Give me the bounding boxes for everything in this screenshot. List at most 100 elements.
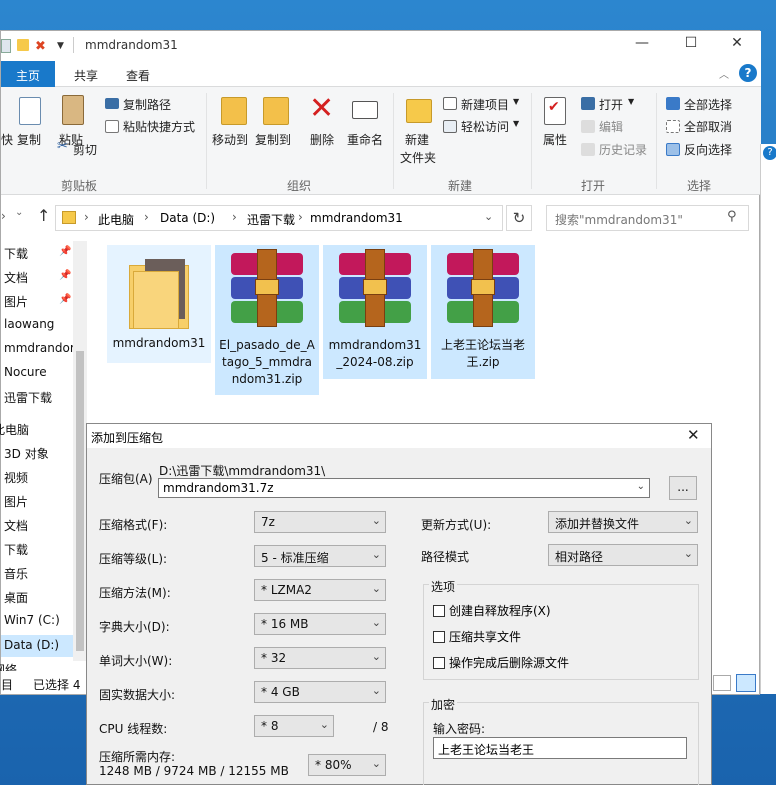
- collapse-ribbon-icon[interactable]: ︿: [719, 66, 729, 81]
- nav-item-pictures[interactable]: 图片: [4, 293, 28, 310]
- easy-access-button[interactable]: 轻松访问: [461, 118, 509, 135]
- dialog-close-button[interactable]: ✕: [687, 426, 700, 444]
- word-select[interactable]: * 32 ⌄: [254, 647, 386, 669]
- method-select[interactable]: * LZMA2 ⌄: [254, 579, 386, 601]
- nav-item-desktop[interactable]: 桌面: [4, 589, 28, 606]
- cut-button[interactable]: 剪切: [73, 141, 97, 158]
- checkbox[interactable]: [433, 657, 445, 669]
- browse-button[interactable]: ...: [669, 476, 697, 500]
- dialog-title-bar: 添加到压缩包 ✕: [87, 424, 711, 448]
- maximize-button[interactable]: ☐: [676, 35, 706, 51]
- file-item-zip[interactable]: El_pasado_de_Atago_5_mmdrandom31.zip: [215, 245, 319, 395]
- path-mode-select[interactable]: 相对路径 ⌄: [548, 544, 698, 566]
- nav-item-documents[interactable]: 文档: [4, 269, 28, 286]
- select-all-button[interactable]: 全部选择: [684, 96, 732, 113]
- nav-item-data-d[interactable]: Data (D:): [1, 635, 73, 657]
- copy-path-button[interactable]: 复制路径: [123, 96, 171, 113]
- rename-button[interactable]: 重命名: [347, 131, 383, 148]
- details-view-icon[interactable]: [713, 675, 731, 691]
- nav-item-videos[interactable]: 视频: [4, 469, 28, 486]
- breadcrumb-data-d[interactable]: Data (D:): [160, 211, 215, 225]
- pin-icon: 📌: [59, 270, 72, 281]
- history-button[interactable]: 历史记录: [599, 141, 647, 158]
- update-select[interactable]: 添加并替换文件 ⌄: [548, 511, 698, 533]
- nav-item-this-pc[interactable]: 此电脑: [0, 421, 29, 438]
- option-delete-source[interactable]: 操作完成后删除源文件: [433, 654, 569, 671]
- address-bar[interactable]: › 此电脑 › Data (D:) › 迅雷下载 › mmdrandom31 ⌄: [55, 205, 503, 231]
- nav-item-win7-c[interactable]: Win7 (C:): [4, 613, 60, 627]
- pin-quick-access-label[interactable]: 快: [1, 131, 13, 148]
- nav-scrollbar[interactable]: [73, 241, 87, 661]
- dict-select[interactable]: * 16 MB ⌄: [254, 613, 386, 635]
- solid-select[interactable]: * 4 GB ⌄: [254, 681, 386, 703]
- file-item-zip[interactable]: 上老王论坛当老王.zip: [431, 245, 535, 379]
- nav-item-pc-pictures[interactable]: 图片: [4, 493, 28, 510]
- format-select[interactable]: 7z ⌄: [254, 511, 386, 533]
- delete-button[interactable]: 删除: [310, 131, 334, 148]
- nav-item-3d-objects[interactable]: 3D 对象: [4, 445, 49, 462]
- easy-access-dropdown-icon[interactable]: ▼: [513, 119, 519, 128]
- nav-item-pc-documents[interactable]: 文档: [4, 517, 28, 534]
- large-icons-view-icon[interactable]: [736, 674, 756, 692]
- breadcrumb-sep-icon[interactable]: ›: [232, 210, 237, 224]
- select-none-button[interactable]: 全部取消: [684, 118, 732, 135]
- nav-item-nocure[interactable]: Nocure: [4, 365, 47, 379]
- archive-name-input[interactable]: mmdrandom31.7z ⌄: [158, 478, 650, 498]
- scrollbar-thumb[interactable]: [76, 351, 84, 651]
- memory-pct-select[interactable]: * 80% ⌄: [308, 754, 386, 776]
- checkbox[interactable]: [433, 631, 445, 643]
- password-input[interactable]: 上老王论坛当老王: [433, 737, 687, 759]
- file-item-folder[interactable]: mmdrandom31: [107, 245, 211, 363]
- quick-access-dropdown-icon[interactable]: ▼: [57, 41, 64, 51]
- cpu-select[interactable]: * 8 ⌄: [254, 715, 334, 737]
- nav-item-mmdrandom[interactable]: mmdrandom: [4, 341, 82, 355]
- copy-to-button[interactable]: 复制到: [255, 131, 291, 148]
- level-select[interactable]: 5 - 标准压缩 ⌄: [254, 545, 386, 567]
- open-button[interactable]: 打开: [599, 96, 623, 113]
- invert-selection-button[interactable]: 反向选择: [684, 141, 732, 158]
- nav-item-music[interactable]: 音乐: [4, 565, 28, 582]
- forward-icon[interactable]: ›: [1, 209, 6, 223]
- edit-button[interactable]: 编辑: [599, 118, 623, 135]
- help-icon[interactable]: ?: [739, 64, 757, 82]
- tab-share[interactable]: 共享: [74, 67, 98, 84]
- open-dropdown-icon[interactable]: ▼: [628, 97, 634, 106]
- tab-view[interactable]: 查看: [126, 67, 150, 84]
- archive-dropdown-icon[interactable]: ⌄: [637, 481, 645, 492]
- breadcrumb-this-pc[interactable]: 此电脑: [98, 211, 134, 228]
- properties-button[interactable]: 属性: [543, 131, 567, 148]
- archive-name-value: mmdrandom31.7z: [163, 481, 274, 495]
- new-item-dropdown-icon[interactable]: ▼: [513, 97, 519, 106]
- breadcrumb-mmdrandom31[interactable]: mmdrandom31: [310, 211, 403, 225]
- delete-quick-icon[interactable]: ✖: [35, 39, 46, 54]
- option-shared[interactable]: 压缩共享文件: [433, 628, 521, 645]
- new-item-button[interactable]: 新建项目: [461, 96, 509, 113]
- breadcrumb-xunlei[interactable]: 迅雷下载: [247, 211, 295, 228]
- nav-item-pc-downloads[interactable]: 下载: [4, 541, 28, 558]
- nav-item-xunlei[interactable]: 迅雷下载: [4, 389, 52, 406]
- tab-home[interactable]: 主页: [1, 61, 55, 87]
- copy-button[interactable]: 复制: [17, 131, 41, 148]
- checkbox[interactable]: [433, 605, 445, 617]
- new-folder-button[interactable]: 新建: [405, 131, 429, 148]
- address-folder-icon: [62, 211, 76, 224]
- breadcrumb-sep-icon[interactable]: ›: [84, 210, 89, 224]
- up-icon[interactable]: ↑: [37, 206, 50, 225]
- minimize-button[interactable]: —: [627, 35, 657, 51]
- file-item-zip[interactable]: mmdrandom31_2024-08.zip: [323, 245, 427, 379]
- file-name: El_pasado_de_Atago_5_mmdrandom31.zip: [219, 338, 315, 386]
- refresh-icon[interactable]: ↻: [506, 205, 532, 231]
- move-to-button[interactable]: 移动到: [212, 131, 248, 148]
- nav-item-laowang[interactable]: laowang: [4, 317, 54, 331]
- breadcrumb-sep-icon[interactable]: ›: [298, 210, 303, 224]
- nav-item-downloads[interactable]: 下载: [4, 245, 28, 262]
- breadcrumb-sep-icon[interactable]: ›: [144, 210, 149, 224]
- nav-item-network[interactable]: 网络: [0, 661, 17, 671]
- address-dropdown-icon[interactable]: ⌄: [484, 210, 493, 223]
- recent-dropdown-icon[interactable]: ⌄: [15, 207, 23, 218]
- paste-shortcut-button[interactable]: 粘贴快捷方式: [123, 118, 195, 135]
- option-sfx[interactable]: 创建自释放程序(X): [433, 602, 551, 619]
- search-icon[interactable]: ⚲: [727, 209, 737, 224]
- close-button[interactable]: ✕: [722, 35, 752, 51]
- search-input[interactable]: 搜索"mmdrandom31" ⚲: [546, 205, 749, 231]
